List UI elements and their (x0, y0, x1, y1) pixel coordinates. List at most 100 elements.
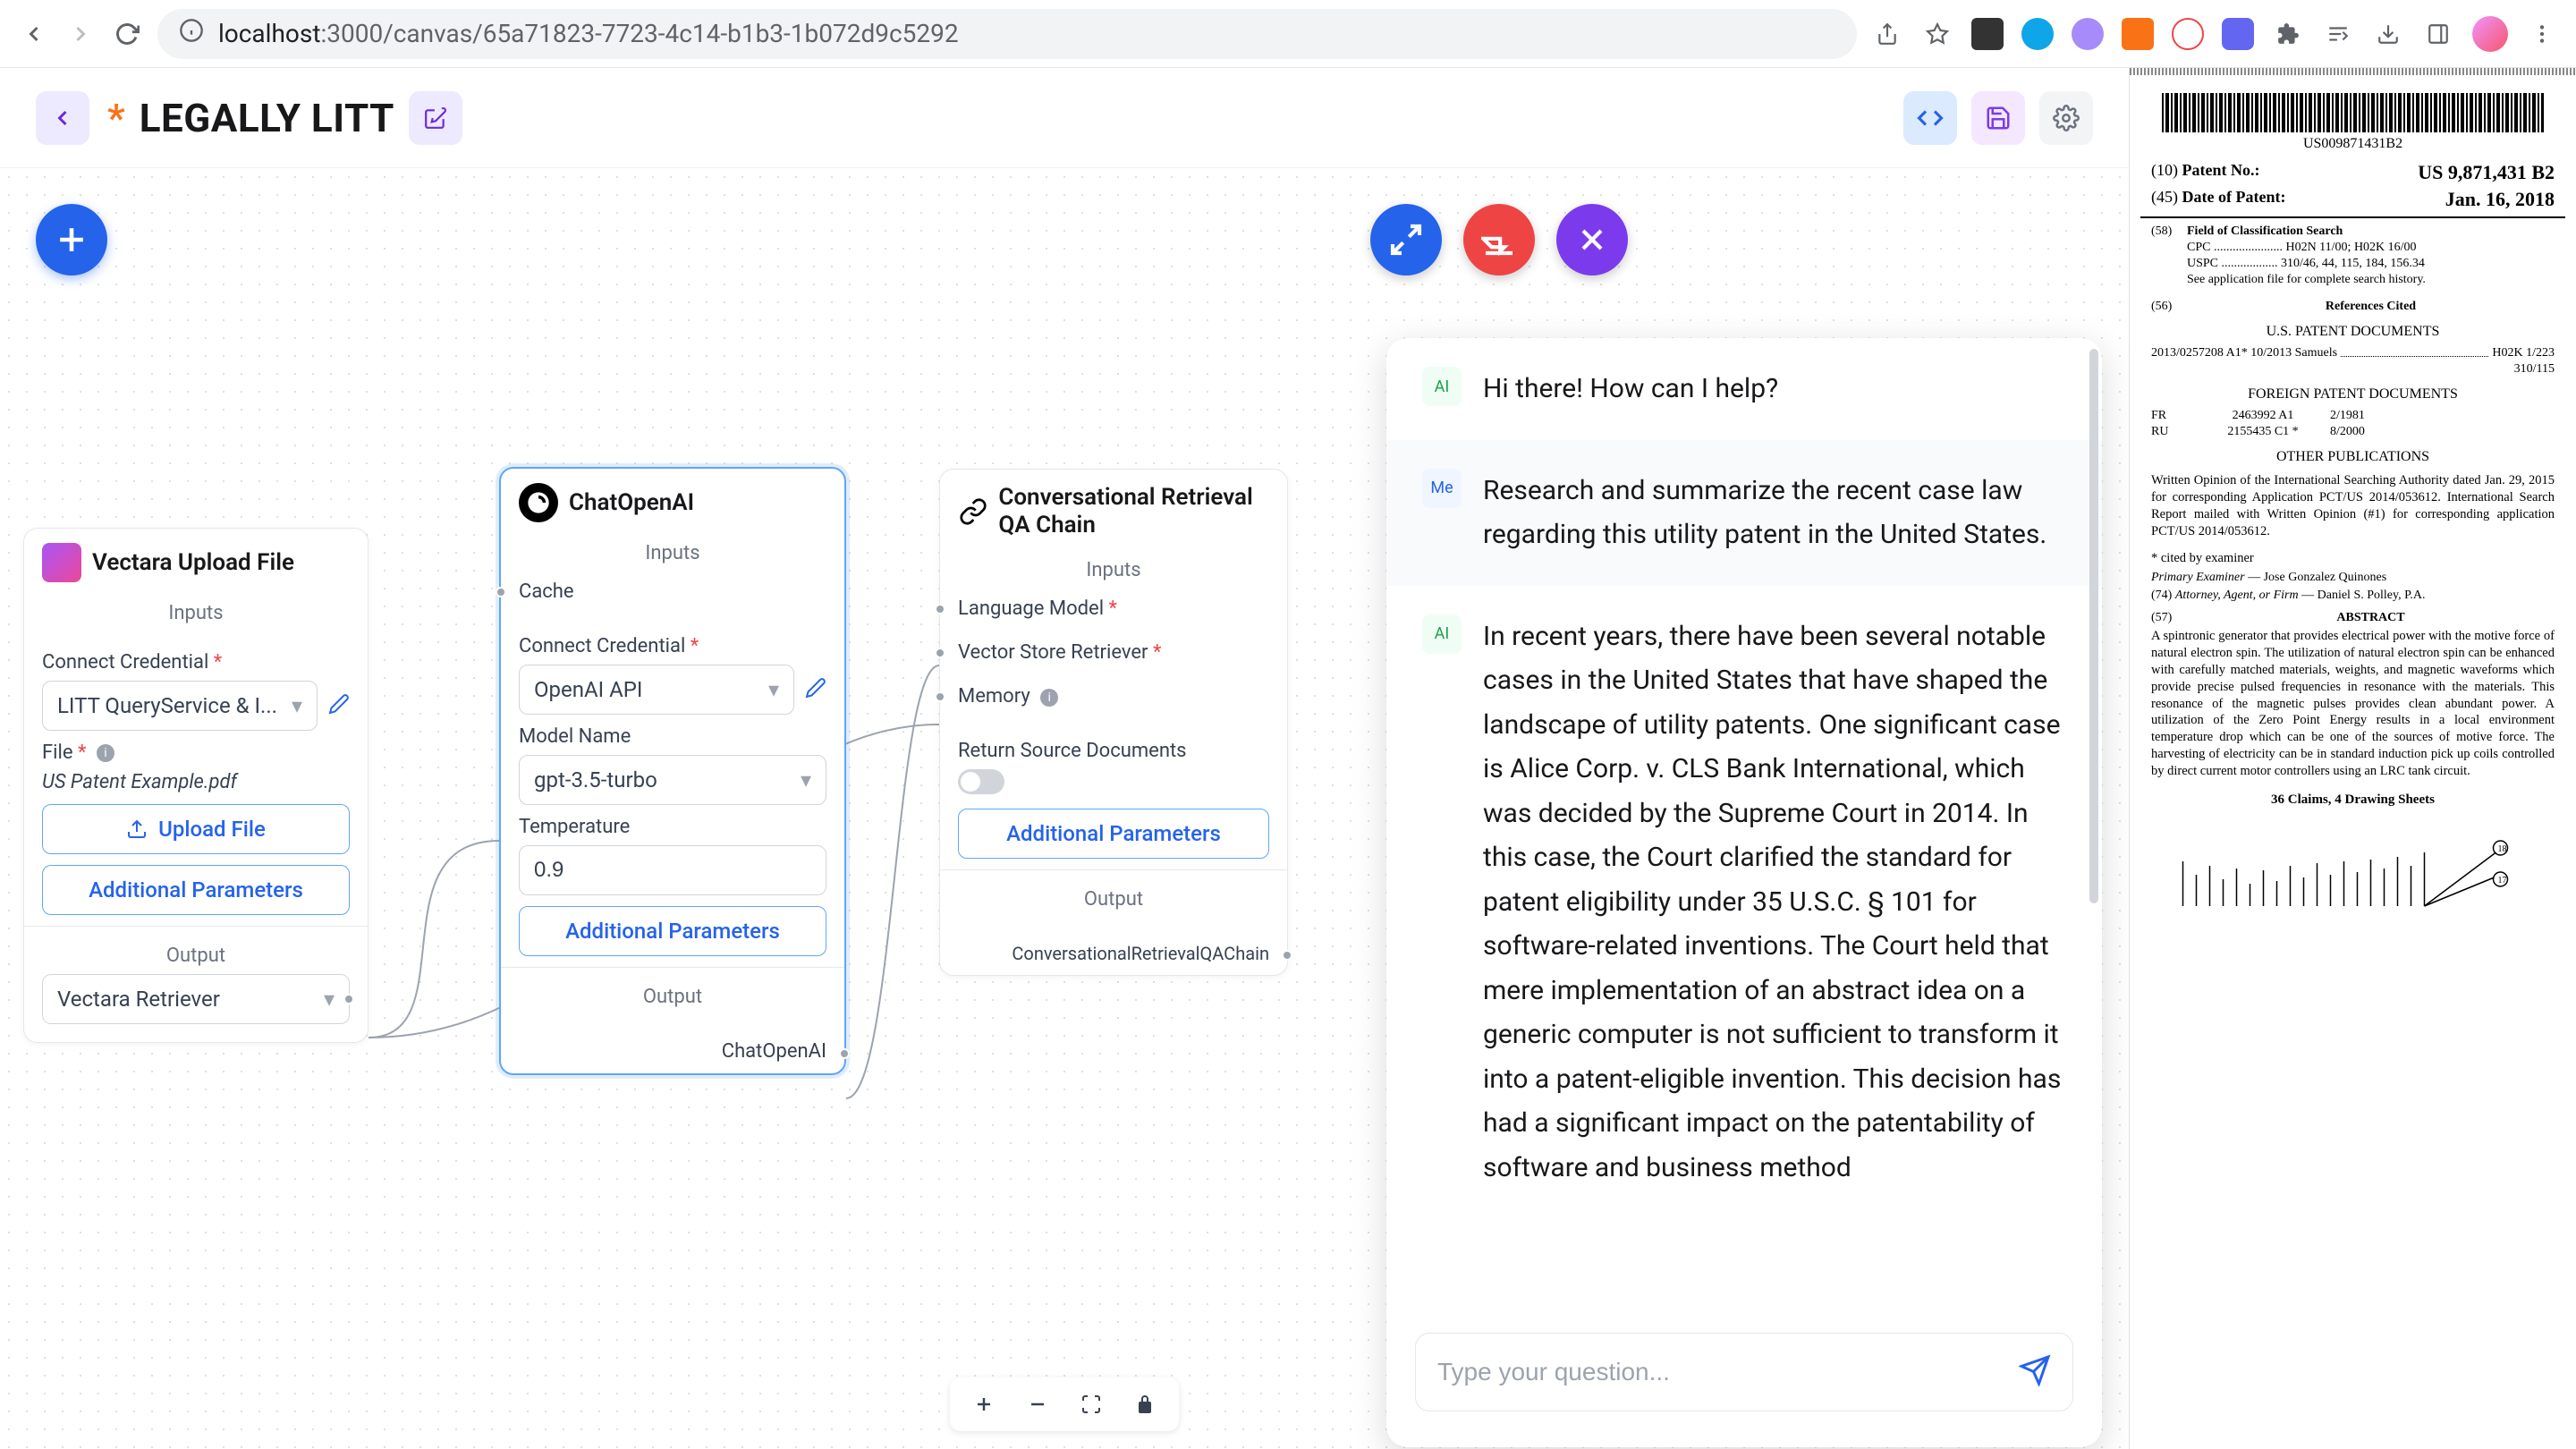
output-port[interactable]: ConversationalRetrievalQAChain (940, 936, 1287, 975)
extensions-icon[interactable] (2272, 18, 2304, 50)
chat-input[interactable] (1437, 1358, 2019, 1386)
additional-params-button[interactable]: Additional Parameters (958, 809, 1269, 859)
chrome-actions (1871, 16, 2558, 52)
extension-icon-1[interactable] (1971, 18, 2004, 50)
memory-port[interactable]: Memory i (940, 674, 1287, 718)
bookmark-icon[interactable] (1921, 18, 1953, 50)
file-name: US Patent Example.pdf (42, 771, 350, 793)
chat-scrollbar[interactable] (2089, 349, 2098, 903)
extension-icon-2[interactable] (2021, 18, 2054, 50)
ai-avatar: AI (1422, 367, 1462, 406)
output-label: Output (519, 979, 826, 1015)
svg-text:17: 17 (2498, 876, 2507, 886)
unsaved-indicator: * (107, 95, 125, 141)
chain-icon (958, 492, 987, 531)
zoom-out-button[interactable] (1021, 1388, 1054, 1420)
model-select[interactable]: gpt-3.5-turbo ▾ (519, 755, 826, 805)
code-button[interactable] (1903, 91, 1957, 145)
extension-icon-4[interactable] (2122, 18, 2154, 50)
app-back-button[interactable] (36, 91, 89, 145)
credential-select[interactable]: LITT QueryService & I... ▾ (42, 681, 318, 731)
chat-text: Research and summarize the recent case l… (1483, 469, 2066, 557)
additional-params-button[interactable]: Additional Parameters (42, 865, 350, 915)
sidepanel-icon[interactable] (2422, 18, 2454, 50)
extension-icon-6[interactable] (2222, 18, 2254, 50)
chat-text: In recent years, there have been several… (1483, 614, 2066, 1191)
chat-message-ai: AI Hi there! How can I help? (1386, 338, 2102, 440)
return-source-label: Return Source Documents (958, 740, 1269, 762)
expand-chat-button[interactable] (1370, 204, 1442, 275)
info-icon (179, 18, 204, 49)
browser-reload-button[interactable] (111, 18, 143, 50)
node-title: ChatOpenAI (569, 489, 694, 516)
send-button[interactable] (2019, 1354, 2051, 1390)
chat-text: Hi there! How can I help? (1483, 367, 1778, 411)
zoom-in-button[interactable] (968, 1388, 1000, 1420)
extension-icon-3[interactable] (2072, 18, 2104, 50)
close-chat-button[interactable] (1556, 204, 1628, 275)
canvas-toolbar (950, 1377, 1179, 1431)
chat-message-user: Me Research and summarize the recent cas… (1386, 440, 2102, 586)
cache-port[interactable]: Cache (501, 570, 844, 614)
chrome-menu-icon[interactable] (2526, 18, 2558, 50)
chat-message-ai: AI In recent years, there have been seve… (1386, 586, 2102, 1219)
node-chatopenai[interactable]: ChatOpenAI Inputs Cache Connect Credenti… (499, 467, 846, 1075)
save-button[interactable] (1971, 91, 2025, 145)
profile-avatar[interactable] (2472, 16, 2508, 52)
output-select[interactable]: Vectara Retriever ▾ (42, 974, 350, 1024)
upload-file-button[interactable]: Upload File (42, 804, 350, 854)
edit-title-button[interactable] (409, 91, 462, 145)
url-text: localhost:3000/canvas/65a71823-7723-4c14… (218, 19, 959, 48)
clear-chat-button[interactable] (1463, 204, 1535, 275)
node-vectara-upload[interactable]: Vectara Upload File Inputs Connect Crede… (23, 528, 369, 1043)
additional-params-button[interactable]: Additional Parameters (519, 906, 826, 956)
info-icon: i (97, 744, 114, 762)
extension-icon-5[interactable] (2172, 18, 2204, 50)
output-label: Output (42, 937, 350, 974)
language-model-port[interactable]: Language Model * (940, 587, 1287, 631)
output-label: Output (958, 881, 1269, 918)
patent-date: Jan. 16, 2018 (2445, 188, 2555, 211)
fit-view-button[interactable] (1075, 1388, 1107, 1420)
browser-forward-button[interactable] (64, 18, 97, 50)
openai-icon (519, 483, 558, 522)
patent-document: US009871431B2 (10) Patent No.: US 9,871,… (2129, 68, 2576, 1449)
edit-credential-icon[interactable] (805, 677, 826, 702)
vector-store-port[interactable]: Vector Store Retriever * (940, 631, 1287, 674)
inputs-label: Inputs (940, 554, 1287, 587)
svg-text:18: 18 (2498, 844, 2507, 854)
output-port[interactable]: ChatOpenAI (501, 1033, 844, 1073)
ai-avatar: AI (1422, 614, 1462, 654)
playlist-icon[interactable] (2322, 18, 2354, 50)
credential-select[interactable]: OpenAI API ▾ (519, 665, 794, 715)
share-icon[interactable] (1871, 18, 1903, 50)
inputs-label: Inputs (501, 537, 844, 570)
browser-back-button[interactable] (18, 18, 50, 50)
model-name-label: Model Name (519, 725, 826, 748)
chat-panel: AI Hi there! How can I help? Me Research… (1386, 338, 2102, 1447)
app-header: * LEGALLY LITT (0, 68, 2129, 168)
lock-button[interactable] (1129, 1388, 1161, 1420)
temperature-input[interactable] (519, 845, 826, 895)
user-avatar: Me (1422, 469, 1462, 508)
barcode-text: US009871431B2 (2140, 136, 2565, 152)
chat-input-area (1386, 1311, 2102, 1447)
patent-number: US 9,871,431 B2 (2418, 161, 2555, 184)
node-conversational-qa[interactable]: Conversational Retrieval QA Chain Inputs… (939, 469, 1288, 976)
file-label: File * i (42, 741, 350, 764)
page-title: LEGALLY LITT (140, 95, 394, 141)
settings-button[interactable] (2039, 91, 2093, 145)
return-source-toggle[interactable] (958, 769, 1004, 794)
chat-messages[interactable]: AI Hi there! How can I help? Me Research… (1386, 338, 2102, 1311)
credential-label: Connect Credential * (519, 635, 826, 657)
inputs-label: Inputs (24, 597, 368, 630)
url-bar[interactable]: localhost:3000/canvas/65a71823-7723-4c14… (157, 9, 1857, 59)
info-icon: i (1040, 689, 1058, 707)
canvas[interactable]: Vectara Upload File Inputs Connect Crede… (0, 168, 2129, 1449)
vectara-icon (42, 543, 81, 582)
download-icon[interactable] (2372, 18, 2404, 50)
temperature-label: Temperature (519, 816, 826, 838)
edit-credential-icon[interactable] (328, 693, 350, 718)
credential-label: Connect Credential * (42, 651, 350, 674)
add-node-button[interactable] (36, 204, 107, 275)
